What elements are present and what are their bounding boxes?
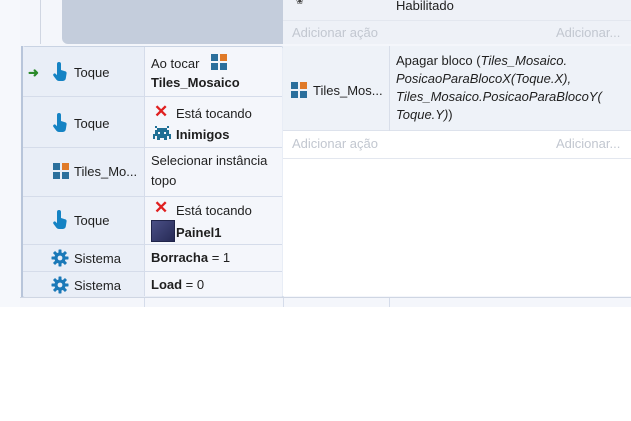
divider <box>144 298 145 307</box>
tilemap-icon <box>291 82 307 98</box>
condition-object-name[interactable]: Toque <box>74 116 109 131</box>
add-action-link[interactable]: Adicionar ação <box>292 25 378 40</box>
variable-name: Load <box>151 277 183 292</box>
condition-object-name[interactable]: Sistema <box>74 251 121 266</box>
event-sheet: ❀ Habilitado Adicionar ação Adicionar...… <box>0 0 631 307</box>
action-object-name[interactable]: Tiles_Mos... <box>313 83 383 98</box>
condition-text[interactable]: Está tocando <box>176 105 252 123</box>
divider <box>389 298 390 307</box>
next-event[interactable] <box>20 297 631 307</box>
condition-text[interactable]: Ao tocar <box>151 55 199 73</box>
action-param: Tiles_Mosaico.PosicaoParaBlocoY( <box>396 89 602 104</box>
condition-text-2[interactable]: topo <box>151 172 176 190</box>
action-param: Tiles_Mosaico. <box>480 53 568 68</box>
condition-separator <box>23 196 282 197</box>
invader-icon <box>153 126 171 140</box>
action-param: Toque.Y) <box>396 107 449 122</box>
event-margin[interactable] <box>0 0 20 307</box>
tilemap-icon <box>211 54 227 70</box>
divider <box>40 0 41 44</box>
touch-hand-icon <box>53 62 67 82</box>
condition-object-name[interactable]: Toque <box>74 213 109 228</box>
add-action-link-2[interactable]: Adicionar... <box>556 136 620 151</box>
object-icon: ❀ <box>296 0 304 6</box>
condition-text[interactable]: Selecionar instância <box>151 152 267 170</box>
event-left-border <box>21 46 23 297</box>
action-name: Apagar bloco ( <box>396 53 481 68</box>
condition-object-name[interactable]: Toque <box>74 65 109 80</box>
divider <box>144 47 145 296</box>
variable-name: Borracha <box>151 250 209 265</box>
add-action-link[interactable]: Adicionar ação <box>292 136 378 151</box>
touch-hand-icon <box>53 113 67 133</box>
action-close-paren: ) <box>448 107 453 122</box>
trigger-arrow-icon: ➜ <box>28 65 39 80</box>
previous-event-conditions[interactable] <box>62 0 283 44</box>
tilemap-icon <box>53 163 69 179</box>
action-text[interactable]: Habilitado <box>396 0 454 15</box>
condition-text[interactable]: Borracha = 1 <box>151 249 230 267</box>
condition-separator <box>23 96 282 97</box>
comparison-text: = 0 <box>182 277 205 292</box>
gear-icon <box>51 276 69 294</box>
add-action-row[interactable]: Adicionar ação Adicionar... <box>283 131 631 159</box>
condition-text[interactable]: Load = 0 <box>151 276 204 294</box>
sprite-thumbnail-icon <box>151 220 175 242</box>
add-action-link-2[interactable]: Adicionar... <box>556 25 620 40</box>
condition-object-name[interactable]: Tiles_Mo... <box>74 164 137 179</box>
condition-separator <box>23 271 282 272</box>
comparison-text: = 1 <box>208 250 231 265</box>
touch-hand-icon <box>53 210 67 230</box>
condition-object-param[interactable]: Painel1 <box>176 224 222 242</box>
action-text[interactable]: Apagar bloco (Tiles_Mosaico. PosicaoPara… <box>396 52 626 124</box>
add-action-row[interactable]: Adicionar ação Adicionar... <box>283 20 631 45</box>
divider <box>283 298 284 307</box>
condition-separator <box>23 244 282 245</box>
gear-icon <box>51 249 69 267</box>
condition-object-name[interactable]: Sistema <box>74 278 121 293</box>
action-param: PosicaoParaBlocoX(Toque.X), <box>396 71 572 86</box>
negate-x-icon: ✕ <box>154 198 169 217</box>
condition-object-param[interactable]: Inimigos <box>176 126 229 144</box>
condition-text[interactable]: Está tocando <box>176 202 252 220</box>
condition-separator <box>23 147 282 148</box>
condition-object-param[interactable]: Tiles_Mosaico <box>151 74 240 92</box>
negate-x-icon: ✕ <box>154 102 169 121</box>
